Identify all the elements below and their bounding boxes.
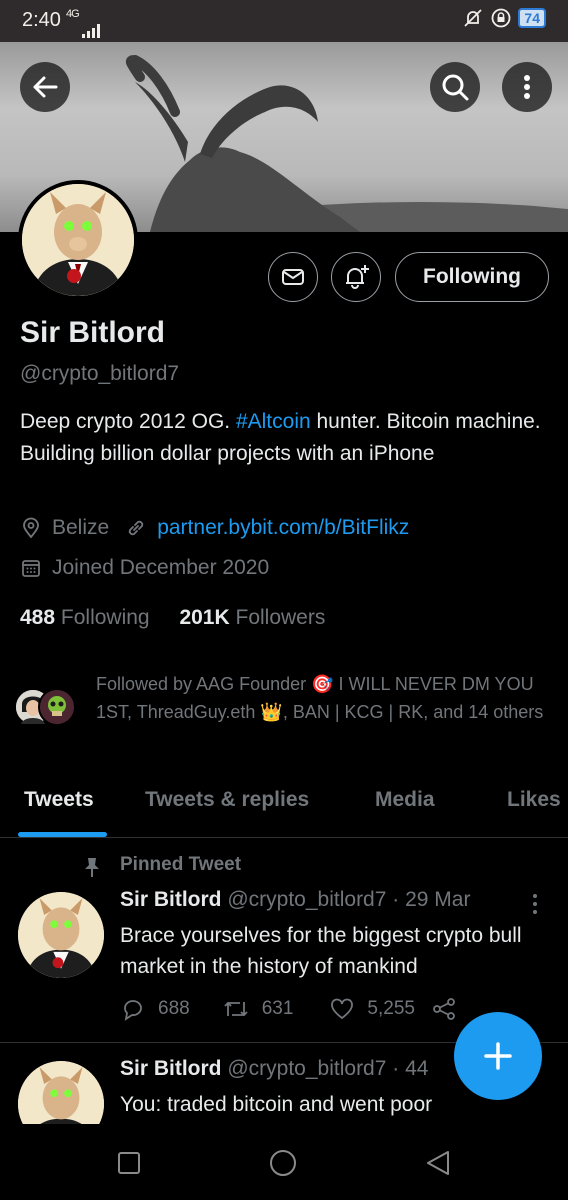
reply-count: 688 (158, 998, 190, 1019)
tweet-author-avatar[interactable] (18, 1061, 104, 1124)
follower-avatar-2 (38, 688, 76, 726)
profile-stats: 488 Following 201K Followers (20, 606, 325, 630)
following-count: 488 (20, 606, 56, 629)
tweet-author-name[interactable]: Sir Bitlord (120, 888, 222, 911)
pinned-tweet-label: Pinned Tweet (120, 854, 242, 875)
tweet-date: · 44 (392, 1057, 429, 1080)
retweet-count: 631 (261, 998, 294, 1019)
followers-count: 201K (179, 606, 230, 629)
lock-circle-icon (492, 8, 511, 28)
like-button[interactable]: 5,255 (329, 996, 415, 1022)
envelope-icon (282, 269, 304, 285)
share-button[interactable] (431, 996, 457, 1022)
profile-name: Sir Bitlord (20, 316, 166, 349)
profile-joined-date: Joined December 2020 (52, 556, 270, 579)
following-label: Following (60, 606, 150, 629)
link-icon (129, 520, 144, 536)
arrow-left-icon (33, 76, 58, 98)
tweet-item-pinned[interactable]: Pinned Tweet Sir Bitlord @crypto_bitlord… (0, 838, 568, 1040)
following-button[interactable]: Following (395, 252, 549, 302)
pin-icon (85, 858, 99, 877)
tweet-author-handle: @crypto_bitlord7 (227, 888, 387, 911)
home-icon[interactable] (268, 1148, 298, 1178)
retweet-icon (224, 1001, 248, 1017)
search-icon (442, 74, 469, 101)
more-vertical-icon (524, 75, 530, 99)
recent-apps-icon[interactable] (116, 1150, 142, 1176)
back-button[interactable] (20, 62, 70, 112)
profile-meta-row: Belize partner.bybit.com/b/BitFlikz (20, 516, 409, 540)
profile-bio: Deep crypto 2012 OG. #Altcoin hunter. Bi… (20, 406, 550, 470)
back-nav-icon[interactable] (424, 1148, 452, 1178)
tab-tweets[interactable]: Tweets (24, 788, 94, 812)
profile-tabs: Tweets Tweets & replies Media Likes (0, 776, 568, 838)
heart-icon (331, 998, 354, 1020)
reply-button[interactable]: 688 (120, 996, 190, 1022)
tab-media[interactable]: Media (375, 788, 435, 812)
followers-stat[interactable]: 201K Followers (179, 606, 325, 629)
network-type: 4G (66, 8, 80, 20)
profile-website-link[interactable]: partner.bybit.com/b/BitFlikz (157, 516, 409, 540)
signal-icon (82, 24, 100, 38)
dog-in-suit-avatar-image (18, 892, 104, 978)
share-icon (433, 998, 455, 1020)
tweet-header: Sir Bitlord @crypto_bitlord7 · 29 Mar (120, 888, 470, 912)
tweet-date: · 29 Mar (392, 888, 471, 911)
retweet-button[interactable]: 631 (222, 996, 294, 1022)
plus-icon (484, 1042, 512, 1070)
bio-hashtag-link[interactable]: #Altcoin (236, 410, 311, 433)
tweet-author-name[interactable]: Sir Bitlord (120, 1057, 222, 1080)
compose-tweet-button[interactable] (454, 1012, 542, 1100)
bell-plus-icon (346, 265, 369, 289)
calendar-icon (22, 560, 40, 577)
search-button[interactable] (430, 62, 480, 112)
tweet-author-handle: @crypto_bitlord7 (227, 1057, 387, 1080)
followers-label: Followers (235, 606, 326, 629)
system-nav-bar (0, 1124, 568, 1200)
profile-location: Belize (52, 516, 110, 539)
status-time: 2:40 (22, 9, 61, 31)
profile-avatar[interactable] (18, 180, 138, 300)
dog-in-suit-avatar-image (18, 1061, 104, 1124)
profile-joined-row: Joined December 2020 (20, 556, 269, 580)
tweet-text: Brace yourselves for the biggest crypto … (120, 924, 522, 978)
followed-by-text[interactable]: Followed by AAG Founder 🎯 I WILL NEVER D… (96, 670, 556, 726)
reply-icon (124, 1000, 142, 1021)
notifications-button[interactable] (331, 252, 381, 302)
bio-text-start: Deep crypto 2012 OG. (20, 410, 236, 433)
active-tab-indicator (18, 832, 107, 837)
battery-indicator: 74 (518, 8, 546, 28)
tweet-header: Sir Bitlord @crypto_bitlord7 · 44 (120, 1057, 428, 1081)
message-button[interactable] (268, 252, 318, 302)
tweet-more-icon[interactable] (528, 892, 542, 916)
tweet-author-avatar[interactable] (18, 892, 104, 978)
more-options-button[interactable] (502, 62, 552, 112)
profile-handle: @crypto_bitlord7 (20, 362, 180, 385)
following-stat[interactable]: 488 Following (20, 606, 150, 629)
tab-likes[interactable]: Likes (507, 788, 561, 812)
tweet-actions: 688 631 5,255 (120, 996, 457, 1022)
status-bar: 2:40 4G 74 (0, 0, 568, 42)
tab-tweets-and-replies[interactable]: Tweets & replies (145, 788, 309, 812)
mute-bell-icon (464, 9, 483, 27)
location-pin-icon (23, 517, 39, 539)
like-count: 5,255 (367, 998, 415, 1019)
dog-in-suit-avatar-image (22, 184, 134, 296)
skull-avatar-image (40, 690, 74, 724)
